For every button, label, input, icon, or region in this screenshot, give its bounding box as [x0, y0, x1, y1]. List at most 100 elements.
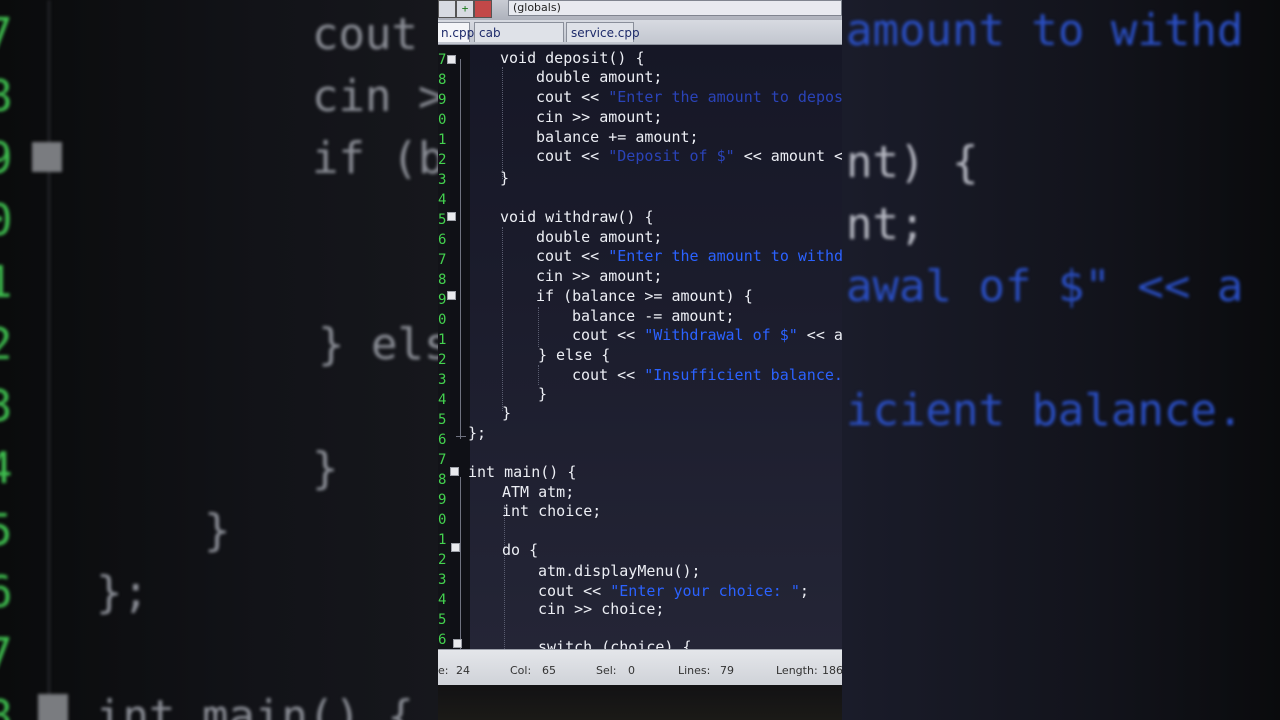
code-text: void withdraw() { [500, 208, 654, 226]
backdrop-line-number: 3 [0, 376, 13, 438]
tab-service-cpp[interactable]: service.cpp [566, 22, 640, 42]
code-editor-window: + (globals) n.cpp cab service.cpp servic… [438, 0, 842, 720]
fold-marker [32, 142, 62, 172]
code-line: int main() { [468, 463, 576, 482]
line-number: 1 [438, 532, 447, 548]
line-number: 7 [438, 252, 447, 268]
string-literal: "Deposit of $" [608, 147, 735, 165]
indent-guide [504, 505, 505, 649]
backdrop-line-number: 8 [0, 66, 13, 128]
code-text: if (balance >= amount) { [536, 287, 753, 305]
fold-marker [38, 694, 68, 720]
code-line: atm.displayMenu(); [538, 562, 701, 581]
stop-icon[interactable] [474, 0, 492, 18]
fold-line [460, 59, 461, 439]
code-line: } [538, 385, 547, 404]
backdrop-code-line: int main() { [96, 691, 414, 720]
string-literal: "Enter the amount to withd [608, 247, 842, 265]
line-number: 1 [438, 132, 447, 148]
string-literal: "Enter the amount to deposit [608, 88, 842, 106]
right-backdrop: amount to withd nt) { nt; awal of $" << … [842, 0, 1280, 720]
left-backdrop: 7 8 9 0 1 2 3 4 5 6 7 8 cout cin > if (b… [0, 0, 438, 720]
code-line: }; [468, 424, 486, 443]
code-text: double amount; [536, 68, 663, 86]
code-text: atm.displayMenu(); [538, 562, 701, 580]
backdrop-code-line: }; [96, 567, 149, 618]
code-text: int choice; [502, 502, 602, 520]
code-line: cin >> amount; [536, 267, 662, 286]
status-line-value: 24 [456, 664, 470, 677]
fold-line-end [456, 436, 466, 437]
code-text: cout << [538, 582, 611, 600]
status-length-label: Length: [776, 664, 818, 677]
status-length-value: 186 [822, 664, 842, 677]
backdrop-code-line: nt) { [846, 137, 979, 188]
code-line: cout << "Enter your choice: "; [538, 582, 809, 601]
status-line-label: e: [438, 664, 449, 677]
code-line: } else { [538, 346, 610, 365]
tab-main-cpp[interactable]: n.cpp [438, 22, 474, 42]
backdrop-line-number: 8 [0, 686, 13, 720]
code-text: cout << [572, 366, 645, 384]
code-line: if (balance >= amount) { [536, 287, 753, 306]
code-line: cout << "Enter the amount to withd [536, 247, 842, 266]
code-line: double amount; [536, 228, 662, 247]
scope-dropdown[interactable]: (globals) [508, 0, 842, 16]
line-number: 3 [438, 172, 447, 188]
code-area[interactable]: 7 8 9 0 1 2 3 4 5 6 7 8 9 0 1 2 3 4 5 6 … [438, 45, 842, 656]
line-number: 0 [438, 112, 447, 128]
add-icon[interactable]: + [456, 0, 474, 18]
fold-toggle-icon[interactable] [447, 212, 456, 221]
backdrop-code-line: nt; [846, 199, 926, 250]
indent-guide [538, 365, 539, 385]
line-number: 8 [438, 272, 447, 288]
code-text: cout << [572, 326, 645, 344]
code-text: ATM atm; [502, 483, 575, 501]
backdrop-line-number: 0 [0, 190, 13, 252]
string-literal: "Insufficient balance. [644, 366, 842, 384]
indent-guide [502, 227, 503, 411]
code-text: }; [468, 424, 487, 442]
code-text: do { [502, 541, 539, 559]
string-literal: "Enter your choice: " [610, 582, 800, 600]
line-number: 8 [438, 472, 447, 488]
line-number: 4 [438, 192, 447, 208]
backdrop-code-line: amount to withd [846, 5, 1244, 56]
code-line: cout << "Insufficient balance. [572, 366, 842, 385]
line-number: 8 [438, 72, 447, 88]
fold-toggle-icon[interactable] [451, 543, 460, 552]
code-line: balance += amount; [536, 128, 699, 147]
backdrop-line-number: 1 [0, 252, 13, 314]
fold-toggle-icon[interactable] [447, 291, 456, 300]
toolbar: + (globals) [438, 0, 842, 21]
line-number: 2 [438, 152, 447, 168]
line-number: 0 [438, 512, 447, 528]
string-literal: "Withdrawal of $" [644, 326, 798, 344]
code-line: double amount; [536, 68, 662, 87]
code-line: do { [502, 541, 538, 560]
status-sel-value: 0 [628, 664, 635, 677]
backdrop-line-number: 5 [0, 500, 13, 562]
line-number: 7 [438, 452, 447, 468]
line-number: 2 [438, 552, 447, 568]
fold-toggle-icon[interactable] [447, 55, 456, 64]
code-line: balance -= amount; [572, 307, 735, 326]
line-number: 0 [438, 312, 447, 328]
line-number: 5 [438, 412, 447, 428]
status-lines-label: Lines: [678, 664, 711, 677]
tab-cab-service-cpp[interactable]: cab service.cpp [474, 22, 564, 60]
backdrop-line-number: 4 [0, 438, 13, 500]
new-file-icon[interactable] [438, 0, 456, 18]
code-text: cin >> amount; [536, 267, 663, 285]
code-line: int choice; [502, 502, 601, 521]
code-line: void withdraw() { [500, 208, 654, 227]
code-text: void deposit() { [500, 49, 645, 67]
line-number: 3 [438, 372, 447, 388]
code-text: cout << [536, 147, 609, 165]
code-line: cin >> amount; [536, 108, 662, 127]
code-text: cin >> choice; [538, 600, 665, 618]
status-col-value: 65 [542, 664, 556, 677]
fold-toggle-icon[interactable] [453, 639, 462, 648]
fold-toggle-icon[interactable] [450, 467, 459, 476]
desk-background [438, 685, 842, 720]
